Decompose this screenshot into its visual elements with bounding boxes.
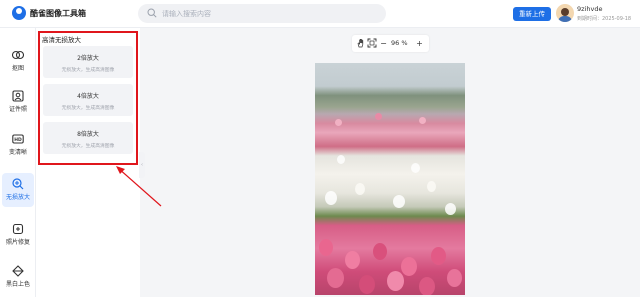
sidebar-item-photo-repair[interactable]: 照片修复 [2,218,34,252]
zoom-in-button[interactable]: + [414,38,425,49]
user-expire-date: 到期时间：2025-09-18 [577,16,632,22]
preview-image [315,63,465,295]
search-bar[interactable]: 请输入搜索内容 [138,4,386,23]
search-icon [147,8,157,18]
zoom-toolbar: − 96 % + [352,35,429,52]
sidebar-item-label: 黑白上色 [5,281,30,288]
sidebar: 抠图 证件照 HD 变清晰 无损放大 照片修复 黑白上色 [0,28,36,297]
repair-icon [12,223,24,235]
sidebar-item-label: 证件照 [8,106,27,113]
sidebar-item-label: 照片修复 [5,239,30,246]
sidebar-item-hd[interactable]: HD 变清晰 [2,128,34,162]
fit-screen-button[interactable] [366,38,377,49]
sidebar-item-colorize[interactable]: 黑白上色 [2,260,34,294]
sidebar-item-cutout[interactable]: 抠图 [2,44,34,78]
hand-icon [357,39,363,48]
sidebar-item-id-photo[interactable]: 证件照 [2,85,34,119]
reupload-button[interactable]: 重新上传 [513,7,551,21]
search-input[interactable]: 请输入搜索内容 [162,9,211,19]
sidebar-item-label: 无损放大 [5,194,30,201]
avatar[interactable] [556,4,574,22]
app-title: 酷雀图像工具箱 [30,9,86,18]
zoom-in-icon [12,178,24,190]
app-logo-icon [12,6,26,20]
fit-screen-icon [367,38,376,48]
cutout-icon [12,50,24,60]
sidebar-item-lossless-zoom[interactable]: 无损放大 [2,173,34,207]
colorize-icon [12,265,24,277]
annotation-arrow-icon [116,166,162,207]
svg-text:HD: HD [14,137,22,143]
pan-hand-button[interactable] [355,38,366,49]
hd-icon: HD [12,134,24,144]
sidebar-item-label: 抠图 [11,65,24,72]
user-name: 9zihvde [577,5,603,13]
zoom-out-button[interactable]: − [378,38,389,49]
id-photo-icon [12,90,24,102]
sidebar-item-label: 变清晰 [8,149,27,156]
top-bar: 酷雀图像工具箱 请输入搜索内容 重新上传 9zihvde 到期时间：2025-0… [0,0,640,28]
highlight-box [38,31,138,165]
preview-canvas: − 96 % + [140,28,640,297]
zoom-level: 96 % [391,39,408,47]
